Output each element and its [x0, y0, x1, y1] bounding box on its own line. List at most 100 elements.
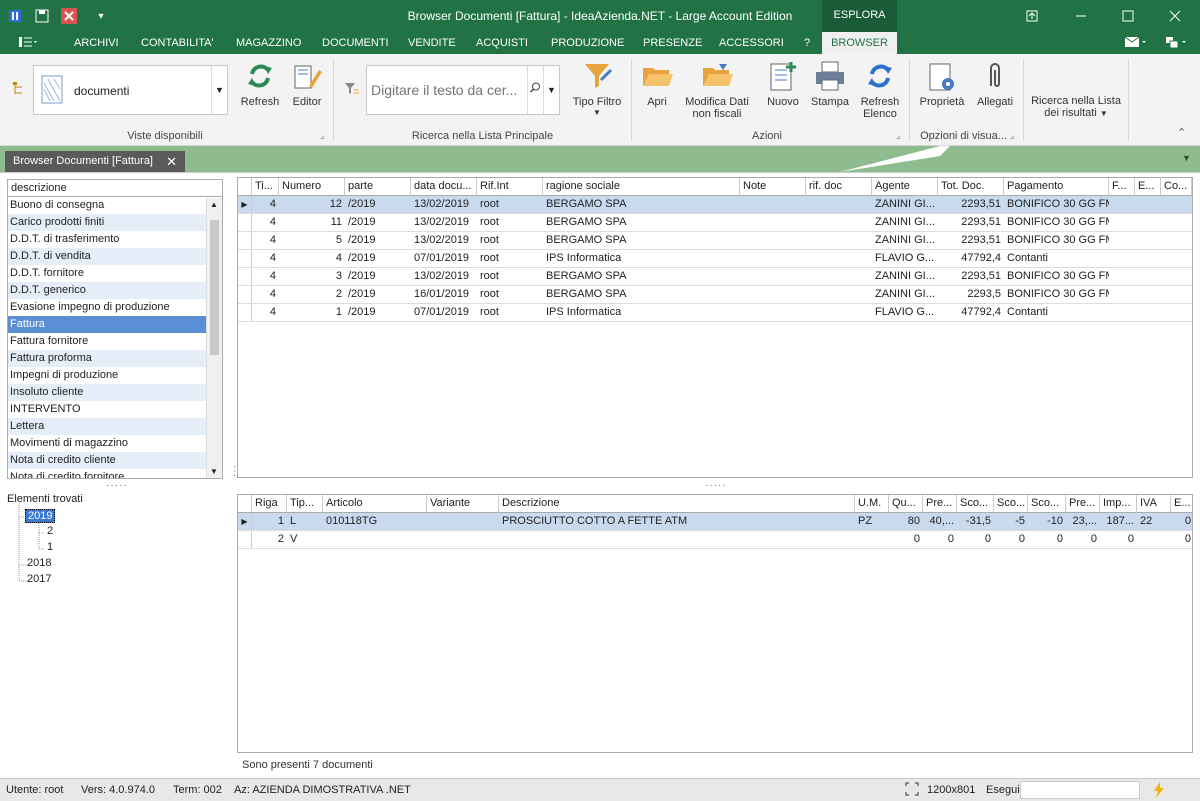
menu-documenti[interactable]: DOCUMENTI — [322, 37, 389, 49]
menu-vendite[interactable]: VENDITE — [408, 37, 456, 49]
documents-grid[interactable]: Ti... Numero parte data docu... Rif.Int ragio… — [237, 177, 1193, 478]
column-header[interactable]: Note — [740, 178, 806, 196]
list-item[interactable]: Fattura proforma — [8, 350, 207, 367]
column-header[interactable]: Tip... — [287, 495, 323, 513]
menu-contabilita[interactable]: CONTABILITA' — [141, 37, 214, 49]
tab-esplora[interactable]: ESPLORA — [822, 0, 897, 32]
minimize-button[interactable] — [1058, 0, 1104, 32]
close-tab-icon[interactable]: ✕ — [166, 151, 177, 172]
row-indicator[interactable] — [238, 268, 252, 285]
current-row-indicator-icon[interactable]: ▶ — [238, 513, 252, 530]
chevron-down-icon[interactable]: ▼ — [211, 66, 227, 114]
result-tree[interactable]: Elementi trovati 2019 2 1 2018 2017 — [5, 493, 225, 633]
row-indicator[interactable] — [238, 304, 252, 321]
search-box[interactable]: ▼ — [366, 65, 560, 115]
column-header[interactable]: Tot. Doc. — [938, 178, 1004, 196]
menu-presenze[interactable]: PRESENZE — [643, 37, 702, 49]
list-item[interactable]: Movimenti di magazzino — [8, 435, 207, 452]
dialog-launcher-icon[interactable]: ⌟ — [320, 130, 324, 141]
search-options-chevron-icon[interactable]: ▼ — [543, 66, 559, 114]
table-row[interactable]: 2V 0 0 0 0 0 0 0 0 — [238, 531, 1192, 549]
nuovo-button[interactable]: Nuovo — [762, 60, 804, 108]
menu-accessori[interactable]: ACCESSORI — [719, 37, 784, 49]
column-header[interactable]: Pagamento — [1004, 178, 1109, 196]
column-header[interactable]: Pre... — [923, 495, 957, 513]
refresh-elenco-button[interactable]: Refresh Elenco — [856, 60, 904, 120]
row-indicator[interactable] — [238, 286, 252, 303]
menu-produzione[interactable]: PRODUZIONE — [551, 37, 624, 49]
current-row-indicator-icon[interactable]: ▶ — [238, 196, 252, 213]
refresh-button[interactable]: Refresh — [238, 60, 282, 108]
list-item[interactable]: Evasione impegno di produzione — [8, 299, 207, 316]
document-type-list[interactable]: descrizione Buono di consegna Carico prod… — [7, 179, 223, 479]
scroll-up-icon[interactable]: ▲ — [210, 200, 218, 209]
table-row[interactable]: 4 3/2019 13/02/2019 root BERGAMO SPA ZANINI G… — [238, 268, 1192, 286]
menu-help[interactable]: ? — [804, 37, 810, 49]
tree-node-2[interactable]: 2 — [47, 525, 53, 537]
search-icon[interactable] — [527, 66, 543, 114]
menu-browser[interactable]: BROWSER — [822, 32, 897, 54]
list-item[interactable]: Carico prodotti finiti — [8, 214, 207, 231]
splitter-handle[interactable]: ····· — [705, 480, 727, 491]
column-header[interactable]: Riga — [252, 495, 287, 513]
row-indicator[interactable] — [238, 214, 252, 231]
tree-root[interactable]: Elementi trovati — [7, 493, 83, 505]
tree-node-1[interactable]: 1 — [47, 541, 53, 553]
menu-archivi[interactable]: ARCHIVI — [74, 37, 119, 49]
splitter-handle[interactable]: ····· — [106, 480, 128, 491]
stampa-button[interactable]: Stampa — [808, 60, 852, 108]
list-item[interactable]: Nota di credito cliente — [8, 452, 207, 469]
row-indicator[interactable] — [238, 250, 252, 267]
tab-list-chevron-icon[interactable]: ▼ — [1182, 153, 1191, 163]
app-menu-icon[interactable] — [18, 35, 40, 52]
column-header[interactable]: E... — [1135, 178, 1161, 196]
row-indicator[interactable] — [238, 531, 252, 548]
scroll-down-icon[interactable]: ▼ — [210, 467, 218, 476]
table-row[interactable]: 4 4/2019 07/01/2019 root IPS Informatica FLAV… — [238, 250, 1192, 268]
column-header[interactable]: Numero — [279, 178, 345, 196]
list-item[interactable]: D.D.T. generico — [8, 282, 207, 299]
column-header[interactable]: Agente — [872, 178, 938, 196]
tipo-filtro-button[interactable]: Tipo Filtro ▼ — [568, 60, 626, 117]
table-row[interactable]: 4 5/2019 13/02/2019 root BERGAMO SPA ZANINI G… — [238, 232, 1192, 250]
scrollbar[interactable]: ▲ ▼ — [206, 198, 222, 478]
scroll-thumb[interactable] — [210, 220, 219, 355]
list-item[interactable]: Fattura — [8, 316, 207, 333]
layout-icon[interactable] — [1165, 36, 1191, 53]
table-row[interactable]: 4 2/2019 16/01/2019 root BERGAMO SPA ZANINI G… — [238, 286, 1192, 304]
tree-node-2018[interactable]: 2018 — [27, 557, 51, 569]
document-lines-grid[interactable]: Riga Tip... Articolo Variante Descrizione U.M… — [237, 494, 1193, 753]
close-window-button[interactable] — [1152, 0, 1198, 32]
table-row[interactable]: 4 1/2019 07/01/2019 root IPS Informatica FLAV… — [238, 304, 1192, 322]
column-header[interactable]: data docu... — [411, 178, 477, 196]
search-input[interactable] — [371, 80, 531, 100]
tab-browser-documenti[interactable]: Browser Documenti [Fattura] ✕ — [5, 151, 185, 172]
mail-icon[interactable] — [1124, 36, 1147, 51]
list-item[interactable]: D.D.T. di trasferimento — [8, 231, 207, 248]
maximize-button[interactable] — [1105, 0, 1151, 32]
table-row[interactable]: ▶ 1 L 010118TG PROSCIUTTO COTTO A FETTE ATM P… — [238, 513, 1192, 531]
column-header[interactable]: Sco... — [1028, 495, 1066, 513]
table-row[interactable]: 4 11/2019 13/02/2019 root BERGAMO SPA ZANINI … — [238, 214, 1192, 232]
column-header[interactable]: parte — [345, 178, 411, 196]
column-header[interactable]: IVA — [1137, 495, 1171, 513]
column-header[interactable]: F... — [1109, 178, 1135, 196]
editor-button[interactable]: Editor — [286, 60, 328, 108]
tree-view-icon[interactable] — [12, 82, 26, 99]
column-header[interactable]: ragione sociale — [543, 178, 740, 196]
menu-acquisti[interactable]: ACQUISTI — [476, 37, 528, 49]
list-item[interactable]: Buono di consegna — [8, 197, 207, 214]
restore-layout-icon[interactable] — [1009, 0, 1055, 32]
column-header[interactable]: Pre... — [1066, 495, 1100, 513]
list-item[interactable]: Insoluto cliente — [8, 384, 207, 401]
column-header[interactable]: Qu... — [889, 495, 923, 513]
list-item[interactable]: Lettera — [8, 418, 207, 435]
modifica-dati-button[interactable]: Modifica Dati non fiscali — [682, 60, 752, 120]
tree-node-2019[interactable]: 2019 — [25, 509, 56, 523]
ricerca-risultati-button[interactable]: Ricerca nella Lista dei risultati ▼ — [1028, 95, 1124, 119]
column-header[interactable]: Imp... — [1100, 495, 1137, 513]
table-row[interactable]: ▶ 4 12/2019 13/02/2019 root BERGAMO SPA ZANINI… — [238, 196, 1192, 214]
column-header[interactable]: Rif.Int — [477, 178, 543, 196]
list-item[interactable]: INTERVENTO — [8, 401, 207, 418]
list-item[interactable]: Nota di credito fornitore — [8, 469, 207, 478]
